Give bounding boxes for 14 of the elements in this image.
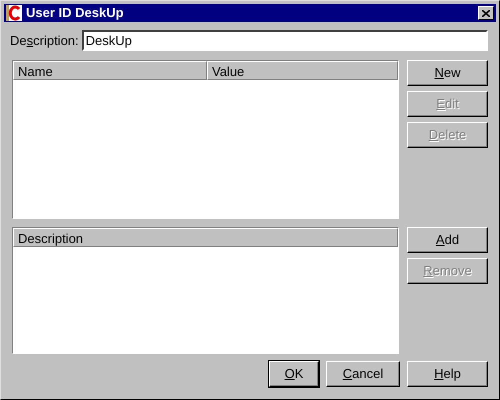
column-header[interactable]: Description [13, 228, 398, 247]
app-icon [6, 5, 22, 21]
description-field[interactable]: DeskUp [82, 30, 488, 51]
action-button[interactable]: Add [407, 227, 488, 253]
dialog-button[interactable]: Cancel [326, 361, 400, 387]
dialog-button[interactable]: OK [269, 361, 319, 387]
close-icon [482, 10, 490, 16]
description-label: Description: [10, 32, 79, 50]
column-header[interactable]: Name [13, 61, 207, 80]
window-title: User ID DeskUp [26, 4, 125, 22]
action-button[interactable]: New [407, 60, 488, 86]
dialog-button[interactable]: Help [407, 361, 488, 387]
close-button[interactable] [478, 6, 494, 20]
column-header[interactable]: Value [207, 61, 398, 80]
